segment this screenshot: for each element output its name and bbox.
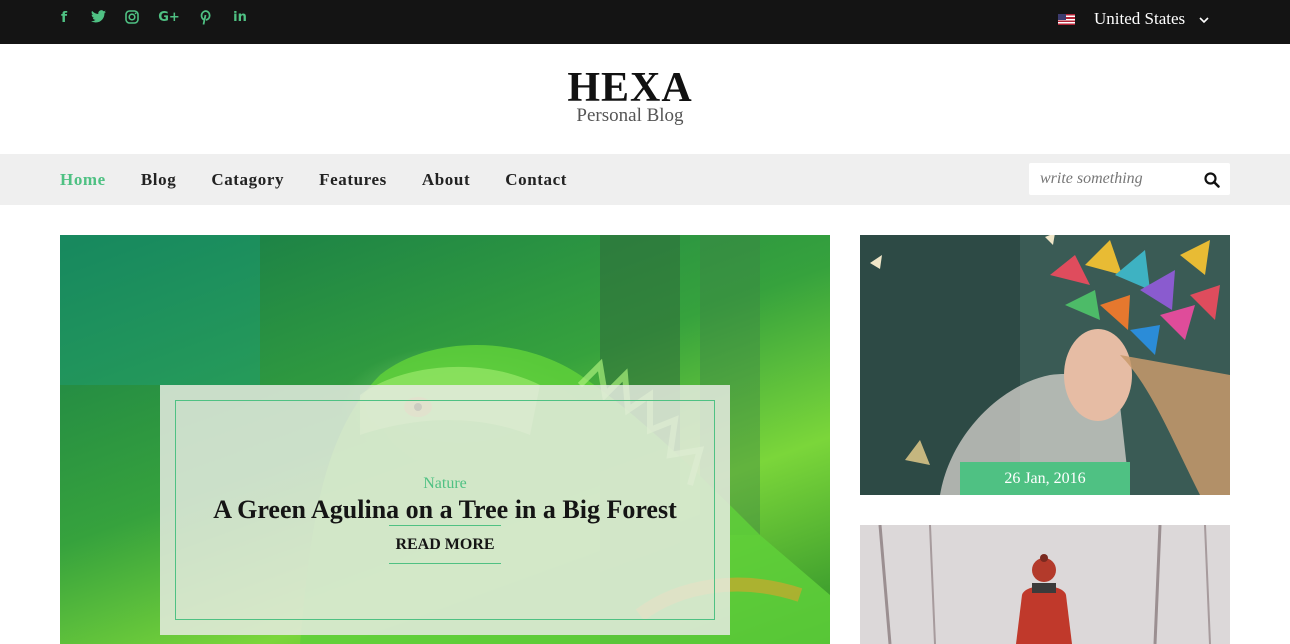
snow-walk-image (860, 525, 1230, 644)
side-post-card[interactable]: 26 Jan, 2016 (860, 235, 1230, 495)
nav-item-home[interactable]: Home (60, 170, 106, 190)
logo-subtitle: Personal Blog (576, 105, 684, 126)
google-plus-icon[interactable]: G+ (158, 9, 180, 27)
social-links: f G+ in (56, 9, 266, 27)
nav-item-contact[interactable]: Contact (505, 170, 567, 190)
post-category[interactable]: Nature (176, 475, 714, 493)
instagram-icon[interactable] (124, 9, 140, 27)
country-selector[interactable]: United States (1058, 9, 1209, 29)
pinterest-icon[interactable] (198, 9, 214, 27)
chevron-down-icon (1199, 9, 1209, 29)
nav-item-features[interactable]: Features (319, 170, 387, 190)
main-menu: Home Blog Catagory Features About Contac… (60, 154, 602, 205)
country-label: United States (1094, 9, 1186, 28)
search-icon[interactable] (1203, 171, 1221, 189)
linkedin-icon[interactable]: in (232, 9, 248, 27)
top-bar: f G+ in United States (0, 0, 1290, 44)
nav-item-about[interactable]: About (422, 170, 470, 190)
overlay-frame: Nature A Green Agulina on a Tree in a Bi… (175, 400, 715, 620)
featured-post[interactable]: Nature A Green Agulina on a Tree in a Bi… (60, 235, 830, 644)
search-input[interactable] (1029, 163, 1199, 195)
twitter-icon[interactable] (90, 9, 106, 27)
nav-item-blog[interactable]: Blog (141, 170, 176, 190)
post-date-badge: 26 Jan, 2016 (960, 462, 1130, 495)
post-title[interactable]: A Green Agulina on a Tree in a Big Fores… (176, 495, 714, 525)
search-box (1029, 163, 1230, 195)
nav-item-catagory[interactable]: Catagory (211, 170, 284, 190)
read-more-button[interactable]: READ MORE (389, 525, 501, 564)
logo-title: HEXA (567, 65, 693, 111)
facebook-icon[interactable]: f (56, 9, 72, 27)
site-logo[interactable]: HEXA Personal Blog (0, 66, 1260, 126)
side-post-card-2[interactable] (860, 525, 1230, 644)
butterfly-woman-image (860, 235, 1230, 495)
featured-post-overlay: Nature A Green Agulina on a Tree in a Bi… (160, 385, 730, 635)
us-flag-icon (1058, 13, 1075, 25)
